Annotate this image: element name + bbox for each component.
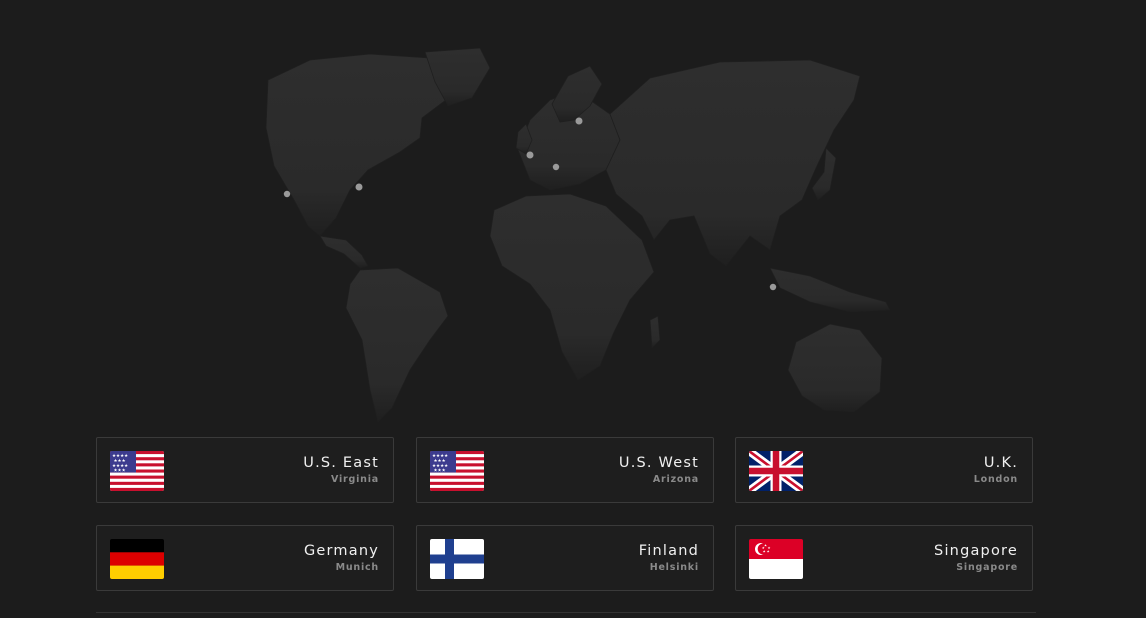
location-card-singapore[interactable]: ★ ★ ★ ★ ★ Singapore Singapore xyxy=(735,525,1033,591)
svg-text:★: ★ xyxy=(767,550,770,554)
us-flag-icon: ★★★★ ★★★ ★★★★ ★★★ xyxy=(110,451,164,491)
marker-us-west[interactable] xyxy=(283,190,291,198)
location-name: Singapore xyxy=(934,543,1018,559)
location-card-germany[interactable]: Germany Munich xyxy=(96,525,394,591)
location-card-finland[interactable]: Finland Helsinki xyxy=(416,525,714,591)
madagascar-landmass xyxy=(649,315,661,349)
asia-landmass xyxy=(605,59,861,267)
africa-landmass xyxy=(489,193,655,381)
us-flag-icon: ★★★★ ★★★ ★★★★ ★★★ xyxy=(430,451,484,491)
location-name: Finland xyxy=(638,543,699,559)
location-card-us-west[interactable]: ★★★★ ★★★ ★★★★ ★★★ U.S. West Arizona xyxy=(416,437,714,503)
location-name: U.S. West xyxy=(618,455,699,471)
south-america-landmass xyxy=(345,267,449,423)
svg-text:★★★: ★★★ xyxy=(114,468,126,474)
germany-flag-icon xyxy=(110,539,164,579)
australia-landmass xyxy=(787,323,883,413)
location-name: Germany xyxy=(303,543,379,559)
marker-finland[interactable] xyxy=(575,117,583,125)
section-divider xyxy=(96,612,1036,613)
southeast-asia-islands xyxy=(769,267,891,313)
location-city: Helsinki xyxy=(649,562,699,573)
uk-flag-icon xyxy=(749,451,803,491)
location-city: London xyxy=(973,474,1018,485)
svg-text:★: ★ xyxy=(763,550,766,554)
location-city: Arizona xyxy=(652,474,699,485)
marker-germany[interactable] xyxy=(552,163,560,171)
location-city: Singapore xyxy=(956,562,1018,573)
location-city: Virginia xyxy=(330,474,379,485)
central-america-landmass xyxy=(319,235,369,269)
location-card-uk[interactable]: U.K. London xyxy=(735,437,1033,503)
marker-singapore[interactable] xyxy=(769,283,777,291)
finland-flag-icon xyxy=(430,539,484,579)
svg-text:★: ★ xyxy=(762,546,765,550)
location-card-us-east[interactable]: ★★★★ ★★★ ★★★★ ★★★ U.S. East Virginia xyxy=(96,437,394,503)
marker-us-east[interactable] xyxy=(355,183,363,191)
marker-uk[interactable] xyxy=(526,151,534,159)
location-name: U.S. East xyxy=(303,455,379,471)
location-name: U.K. xyxy=(983,455,1018,471)
svg-text:★★★: ★★★ xyxy=(434,468,446,474)
world-map xyxy=(265,47,891,423)
north-america-landmass xyxy=(265,53,456,237)
singapore-flag-icon: ★ ★ ★ ★ ★ xyxy=(749,539,803,579)
location-city: Munich xyxy=(335,562,379,573)
